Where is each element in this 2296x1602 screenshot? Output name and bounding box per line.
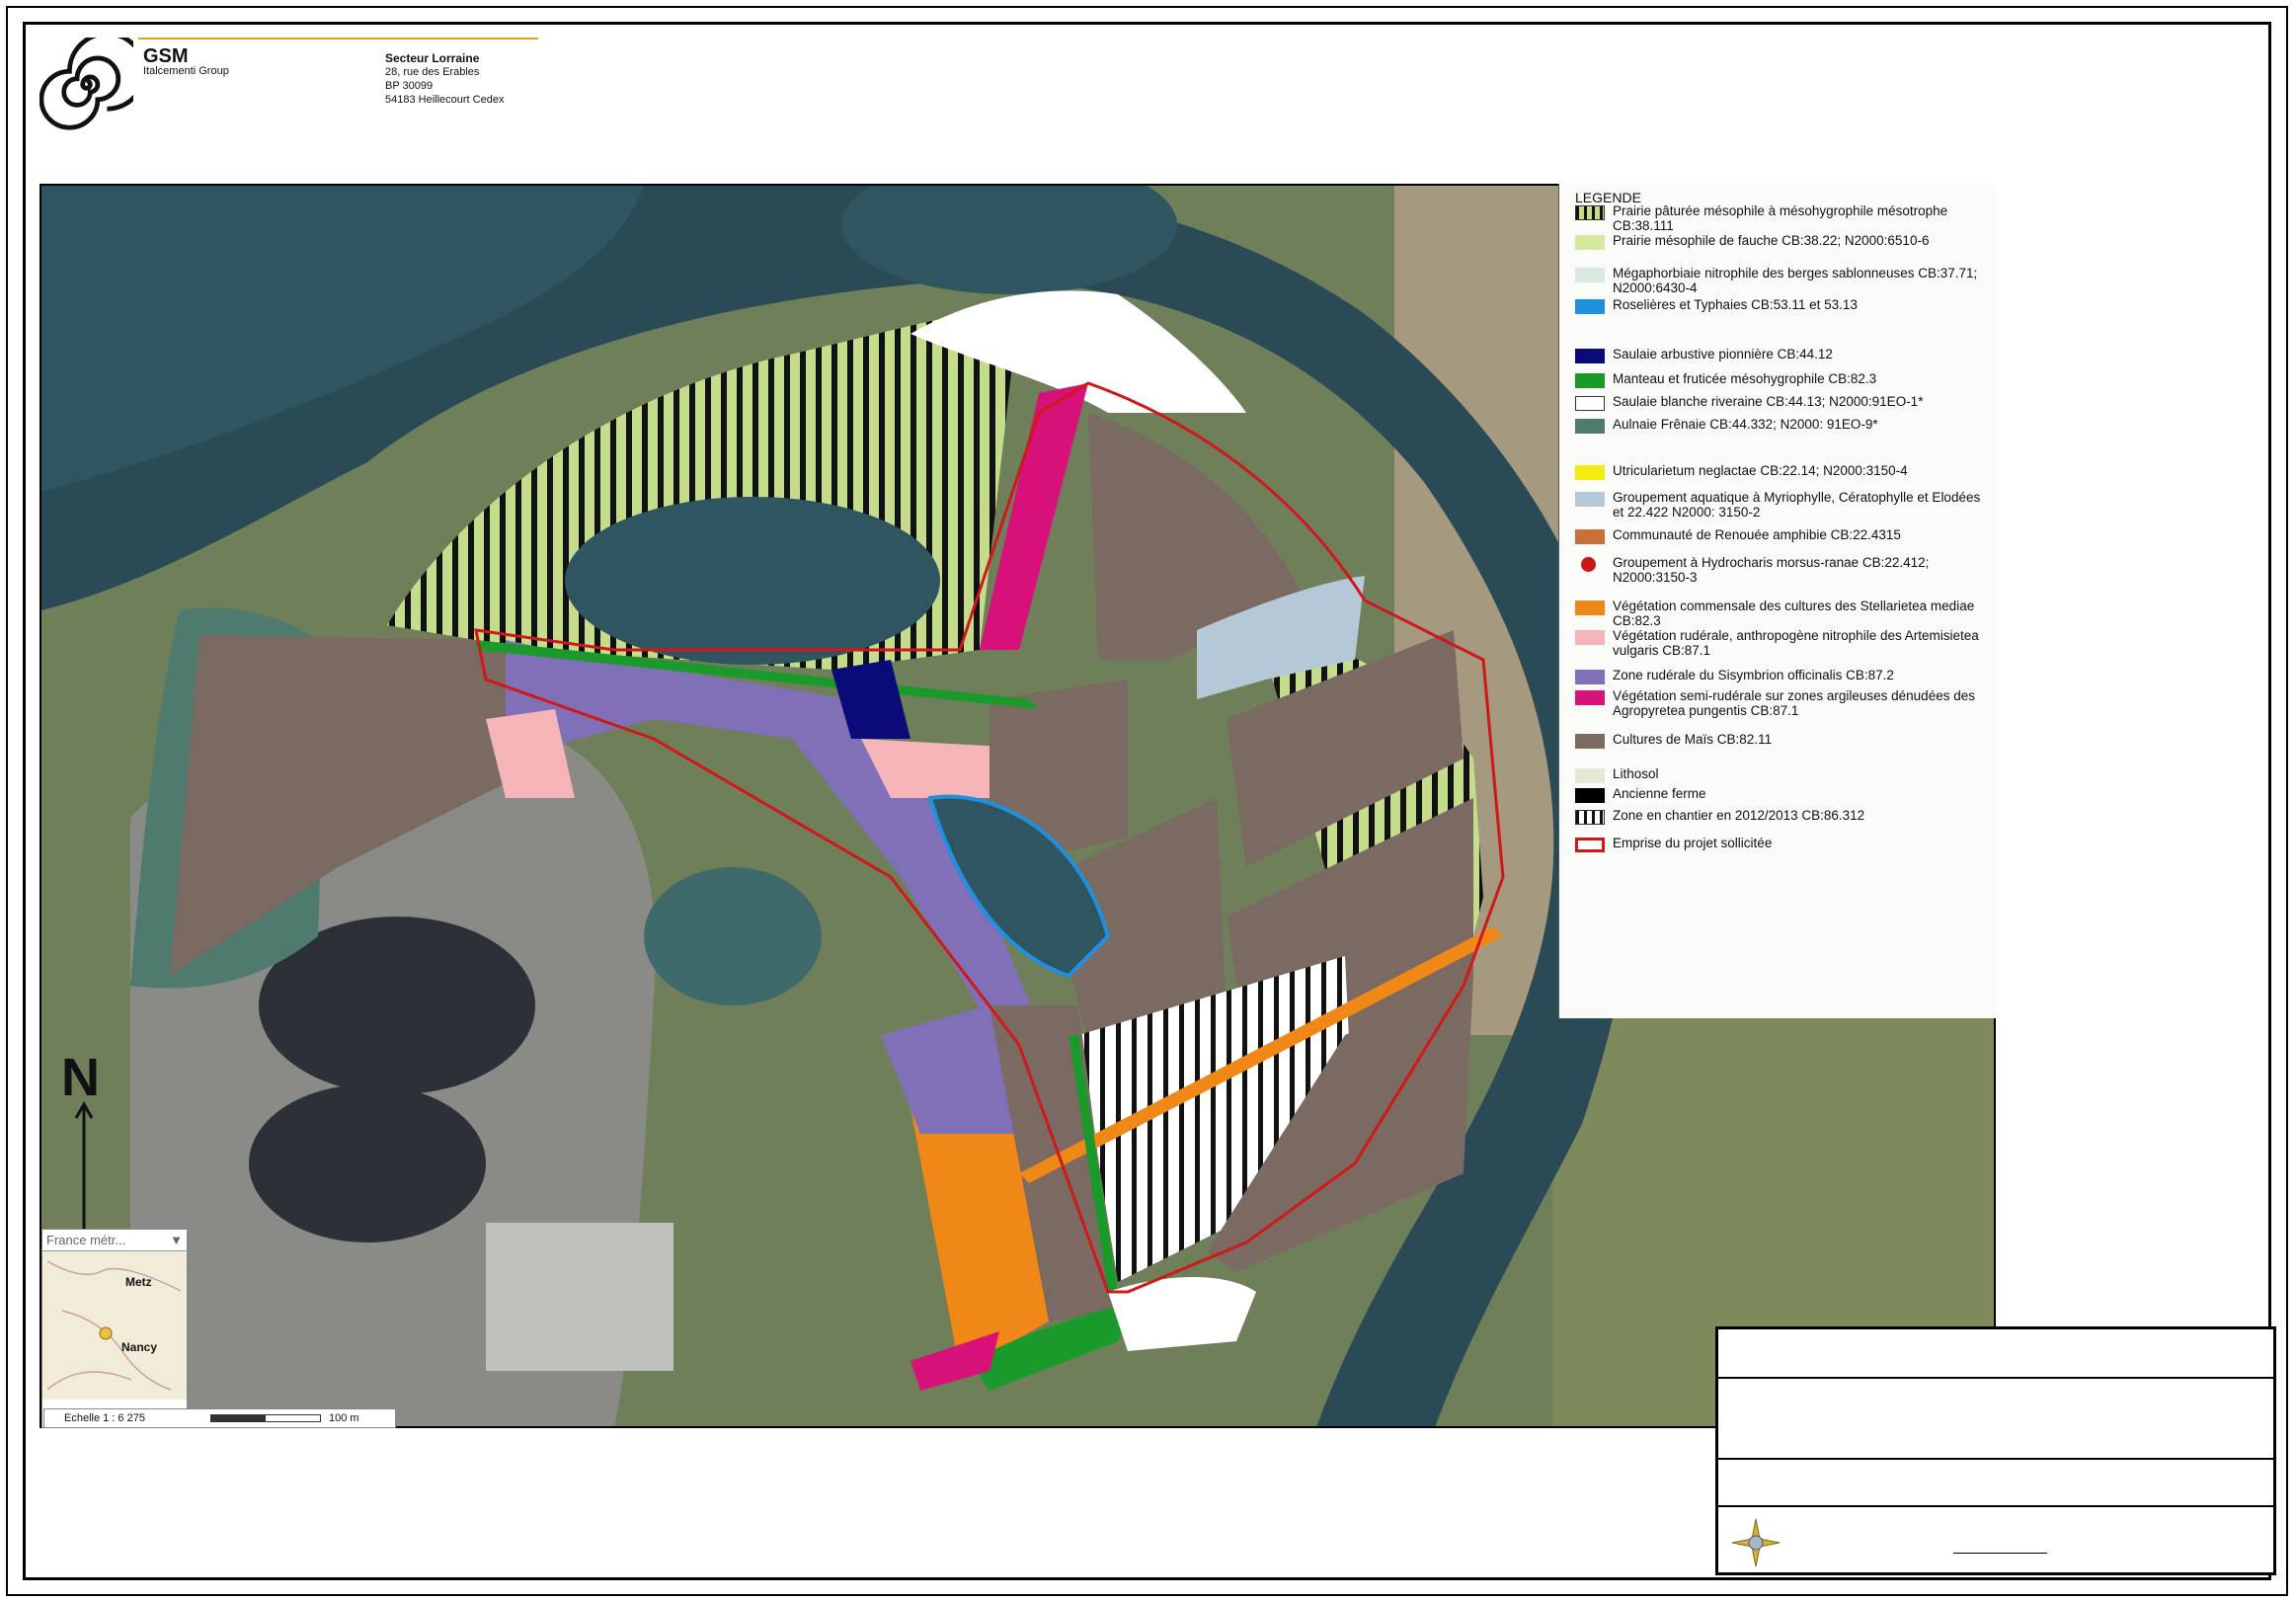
title-block-row bbox=[1718, 1377, 2273, 1460]
legend-item: Prairie mésophile de fauche CB:38.22; N2… bbox=[1575, 233, 1988, 250]
legend-label: Lithosol bbox=[1613, 766, 1659, 781]
header: GSM Italcementi Group Secteur Lorraine 2… bbox=[40, 30, 553, 148]
address-line: 54183 Heillecourt Cedex bbox=[385, 94, 505, 106]
sector-title: Secteur Lorraine bbox=[385, 51, 480, 65]
legend-swatch bbox=[1575, 557, 1605, 572]
title-block-row bbox=[1718, 1458, 2273, 1507]
legend-label: Zone rudérale du Sisymbrion officinalis … bbox=[1613, 668, 1894, 682]
legend-swatch bbox=[1575, 492, 1605, 507]
legend-label: Cultures de Maïs CB:82.11 bbox=[1613, 732, 1773, 747]
spiral-logo-icon bbox=[40, 38, 133, 130]
legend-item: Roselières et Typhaies CB:53.11 et 53.13 bbox=[1575, 297, 1988, 314]
legend-label: Aulnaie Frênaie CB:44.332; N2000: 91EO-9… bbox=[1613, 417, 1878, 432]
legend-label: Prairie pâturée mésophile à mésohygrophi… bbox=[1613, 203, 1948, 233]
inset-city-metz: Metz bbox=[125, 1275, 152, 1289]
legend-label: Utricularietum neglactae CB:22.14; N2000… bbox=[1613, 463, 1908, 478]
company-group: Italcementi Group bbox=[143, 65, 229, 77]
legend-label: Emprise du projet sollicitée bbox=[1613, 836, 1773, 850]
legend-item: Ancienne ferme bbox=[1575, 786, 1988, 803]
legend-label: Ancienne ferme bbox=[1613, 786, 1706, 801]
legend-item: Groupement aquatique à Myriophylle, Céra… bbox=[1575, 490, 1988, 520]
legend-swatch bbox=[1575, 373, 1605, 388]
signature-line bbox=[1953, 1553, 2047, 1554]
legend-item: Végétation rudérale, anthropogène nitrop… bbox=[1575, 628, 1988, 658]
legend-swatch bbox=[1575, 419, 1605, 434]
legend-item: Prairie pâturée mésophile à mésohygrophi… bbox=[1575, 203, 1988, 233]
legend-swatch bbox=[1575, 670, 1605, 684]
legend-label: Mégaphorbiaie nitrophile des berges sabl… bbox=[1613, 266, 1978, 295]
legend-item: Communauté de Renouée amphibie CB:22.431… bbox=[1575, 527, 1988, 544]
legend-swatch bbox=[1575, 734, 1605, 749]
scale-bar-label: 100 m bbox=[329, 1412, 359, 1424]
legend-label: Végétation commensale des cultures des S… bbox=[1613, 599, 1975, 628]
legend-label: Saulaie blanche riveraine CB:44.13; N200… bbox=[1613, 394, 1924, 409]
legend-swatch bbox=[1575, 396, 1605, 411]
header-accent-line bbox=[138, 38, 538, 40]
title-block bbox=[1715, 1326, 2276, 1575]
address-line: 28, rue des Erables bbox=[385, 66, 480, 78]
willow-south bbox=[1108, 1277, 1256, 1351]
title-block-row bbox=[1718, 1329, 2273, 1379]
legend-swatch bbox=[1575, 465, 1605, 480]
inset-mini-map: Metz Nancy bbox=[42, 1251, 187, 1400]
legend-swatch bbox=[1575, 768, 1605, 783]
scale-text: Echelle 1 : 6 275 bbox=[64, 1412, 145, 1424]
legend-item: Utricularietum neglactae CB:22.14; N2000… bbox=[1575, 463, 1988, 480]
legend-label: Saulaie arbustive pionnière CB:44.12 bbox=[1613, 347, 1833, 361]
legend-swatch bbox=[1575, 349, 1605, 363]
legend-item: Groupement à Hydrocharis morsus-ranae CB… bbox=[1575, 555, 1988, 585]
inset-borders bbox=[46, 1260, 182, 1391]
legend-swatch bbox=[1575, 235, 1605, 250]
legend-swatch bbox=[1575, 268, 1605, 282]
inset-map[interactable]: France métr... ▼ Metz Nancy bbox=[41, 1229, 188, 1428]
legend-label: Groupement à Hydrocharis morsus-ranae CB… bbox=[1613, 555, 1930, 585]
legend-label: Prairie mésophile de fauche CB:38.22; N2… bbox=[1613, 233, 1930, 248]
legend-label: Zone en chantier en 2012/2013 CB:86.312 bbox=[1613, 808, 1865, 823]
legend-label: Roselières et Typhaies CB:53.11 et 53.13 bbox=[1613, 297, 1858, 312]
legend-item: Manteau et fruticée mésohygrophile CB:82… bbox=[1575, 371, 1988, 388]
legend-item: Lithosol bbox=[1575, 766, 1988, 783]
inset-city-nancy: Nancy bbox=[121, 1340, 158, 1354]
legend-swatch bbox=[1575, 810, 1605, 825]
legend-label: Végétation rudérale, anthropogène nitrop… bbox=[1613, 628, 1979, 658]
inset-map-select[interactable]: France métr... ▼ bbox=[42, 1230, 187, 1251]
coal-pile-2 bbox=[249, 1084, 486, 1242]
legend-swatch bbox=[1575, 788, 1605, 803]
legend-swatch bbox=[1575, 205, 1605, 220]
scale-bar-graphic bbox=[210, 1414, 321, 1422]
legend-item: Cultures de Maïs CB:82.11 bbox=[1575, 732, 1988, 749]
scale-bar: Echelle 1 : 6 275 100 m bbox=[43, 1408, 396, 1428]
legend-label: Végétation semi-rudérale sur zones argil… bbox=[1613, 688, 1975, 718]
compass-rose-icon bbox=[1731, 1518, 1781, 1567]
legend-item: Végétation commensale des cultures des S… bbox=[1575, 599, 1988, 628]
north-arrow: N bbox=[59, 1047, 109, 1240]
legend-item: Végétation semi-rudérale sur zones argil… bbox=[1575, 688, 1988, 718]
legend-item: Emprise du projet sollicitée bbox=[1575, 836, 1988, 852]
legend-swatch bbox=[1575, 838, 1605, 852]
legend-label: Communauté de Renouée amphibie CB:22.431… bbox=[1613, 527, 1901, 542]
pond-south bbox=[644, 867, 822, 1005]
north-arrow-icon bbox=[74, 1100, 94, 1235]
legend-item: Aulnaie Frênaie CB:44.332; N2000: 91EO-9… bbox=[1575, 417, 1988, 434]
plant-buildings bbox=[486, 1223, 673, 1371]
legend-item: Zone en chantier en 2012/2013 CB:86.312 bbox=[1575, 808, 1988, 825]
legend-swatch bbox=[1575, 630, 1605, 645]
sector-address: Secteur Lorraine 28, rue des Erables BP … bbox=[385, 51, 504, 107]
legend-swatch bbox=[1575, 690, 1605, 705]
chevron-down-icon: ▼ bbox=[170, 1233, 183, 1247]
legend-panel: LEGENDE Prairie pâturée mésophile à méso… bbox=[1558, 184, 1996, 1018]
legend-item: Saulaie arbustive pionnière CB:44.12 bbox=[1575, 347, 1988, 363]
address-line: BP 30099 bbox=[385, 80, 434, 92]
legend-item: Zone rudérale du Sisymbrion officinalis … bbox=[1575, 668, 1988, 684]
pond-central bbox=[565, 497, 940, 665]
legend-item: Mégaphorbiaie nitrophile des berges sabl… bbox=[1575, 266, 1988, 295]
legend-label: Groupement aquatique à Myriophylle, Céra… bbox=[1613, 490, 1981, 520]
inset-map-select-value: France métr... bbox=[46, 1233, 126, 1247]
legend-label: Manteau et fruticée mésohygrophile CB:82… bbox=[1613, 371, 1877, 386]
legend-swatch bbox=[1575, 299, 1605, 314]
legend-swatch bbox=[1575, 601, 1605, 615]
legend-item: Saulaie blanche riveraine CB:44.13; N200… bbox=[1575, 394, 1988, 411]
legend-swatch bbox=[1575, 529, 1605, 544]
